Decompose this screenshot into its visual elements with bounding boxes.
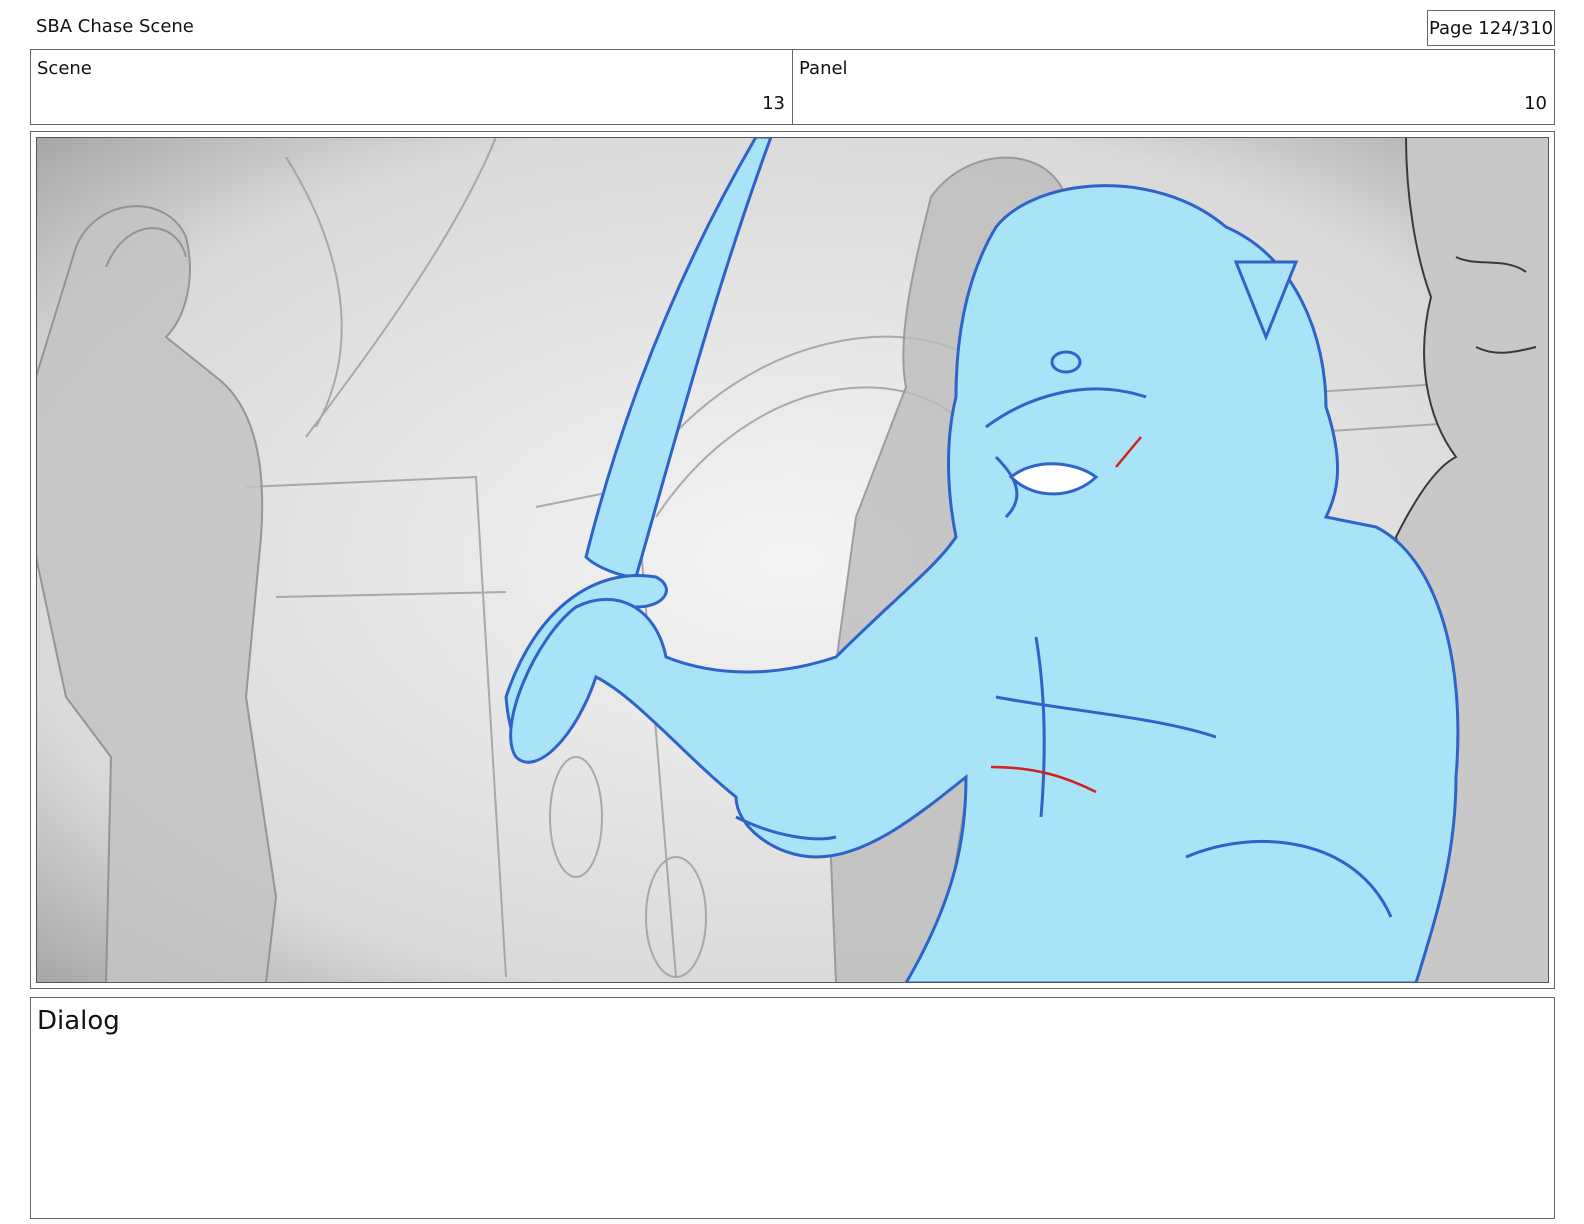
page-number: Page 124/310 bbox=[1428, 17, 1554, 39]
dialog-label: Dialog bbox=[37, 1006, 120, 1036]
info-row: Scene 13 Panel 10 bbox=[30, 49, 1555, 125]
panel-value: 10 bbox=[1524, 93, 1547, 114]
scene-label: Scene bbox=[37, 58, 92, 79]
page-number-box: Page 124/310 bbox=[1427, 10, 1555, 46]
storyboard-panel-image bbox=[36, 137, 1549, 983]
panel-cell: Panel 10 bbox=[792, 50, 1554, 124]
panel-label: Panel bbox=[799, 58, 848, 79]
scene-cell: Scene 13 bbox=[31, 50, 792, 124]
scene-value: 13 bbox=[762, 93, 785, 114]
dialog-box: Dialog bbox=[30, 997, 1555, 1219]
storyboard-panel-frame bbox=[30, 131, 1555, 989]
document-title: SBA Chase Scene bbox=[36, 16, 194, 37]
storyboard-sketch bbox=[36, 137, 1549, 983]
